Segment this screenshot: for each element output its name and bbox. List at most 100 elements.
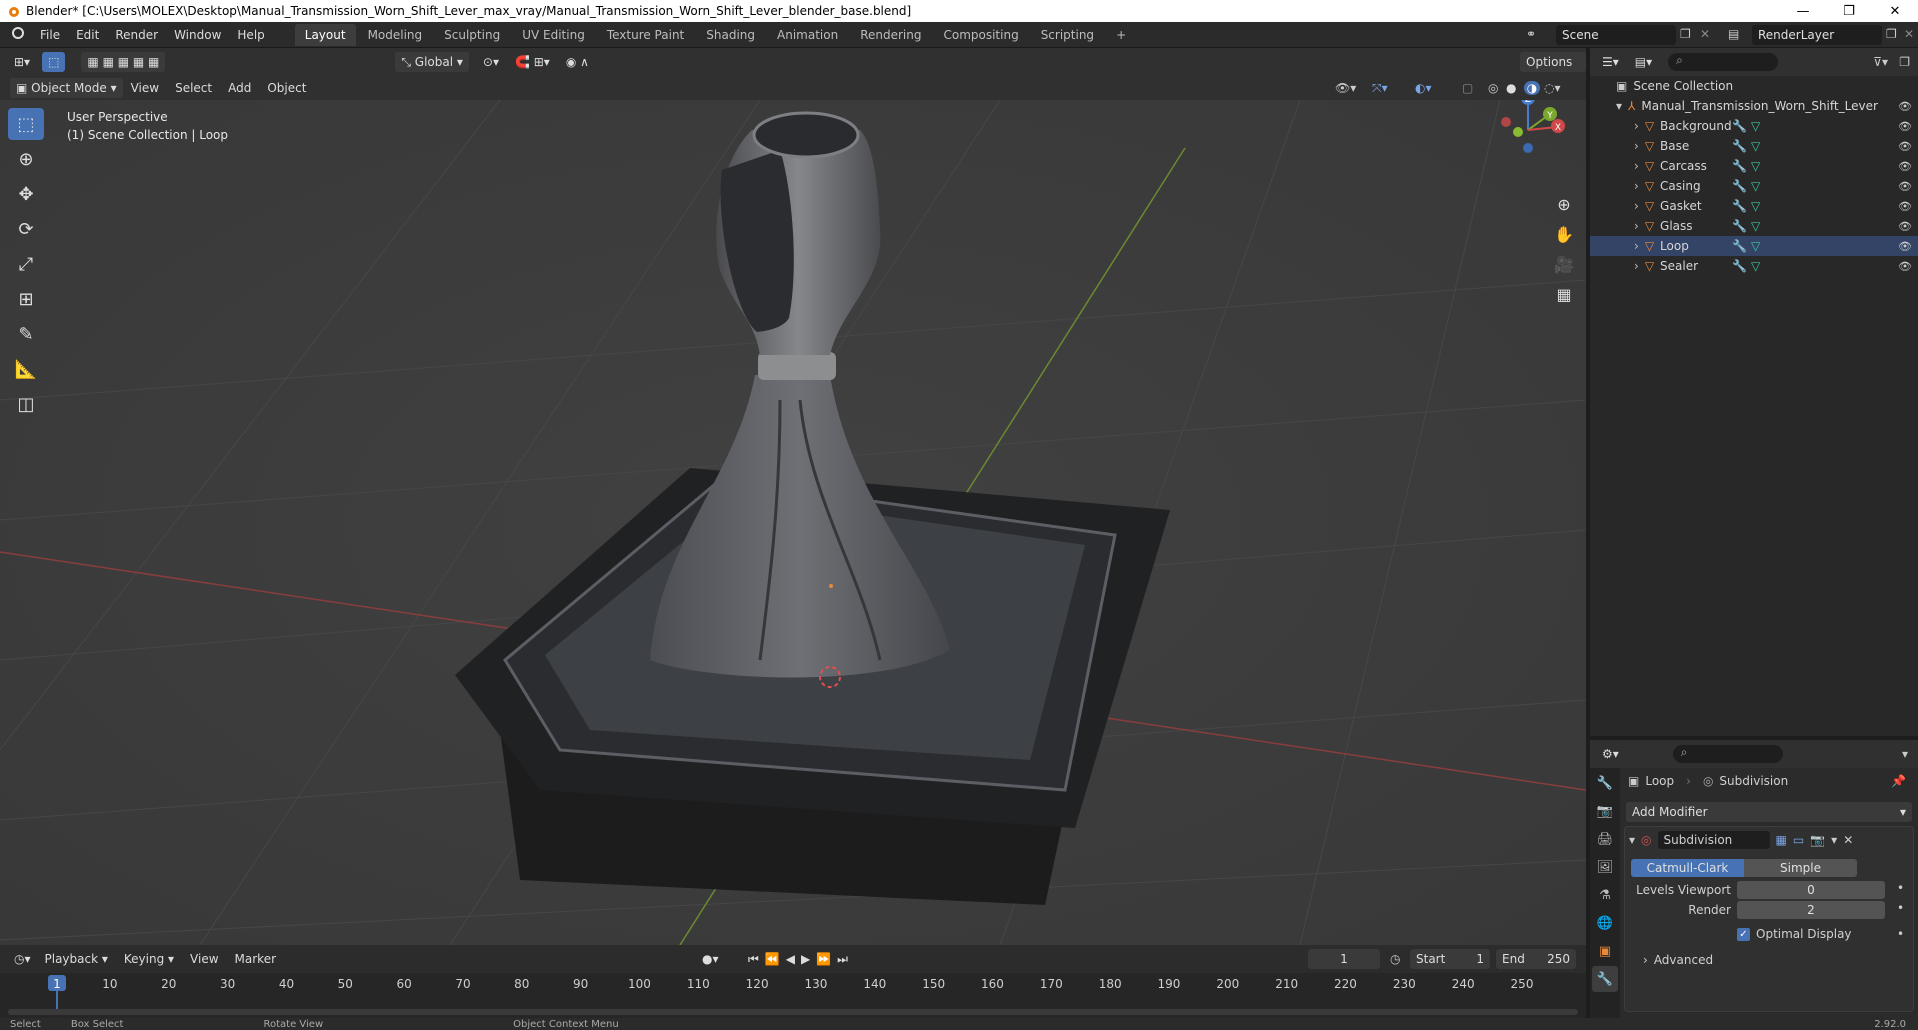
catmull-clark-option[interactable]: Catmull-Clark bbox=[1631, 859, 1744, 877]
modifier-wrench-icon[interactable]: 🔧 bbox=[1732, 199, 1747, 213]
3d-viewport[interactable]: Z Y X ⊕ ✋ 🎥 ▦ bbox=[0, 100, 1586, 945]
properties-editor-icon[interactable]: ⚙▾ bbox=[1596, 744, 1625, 764]
collection-row[interactable]: ▾ ⅄ Manual_Transmission_Worn_Shift_Lever… bbox=[1590, 96, 1918, 116]
modifier-tab-icon[interactable]: 🔧 bbox=[1592, 966, 1618, 992]
outliner-object-row[interactable]: › ▽ Carcass 🔧 ▽ 👁 bbox=[1590, 156, 1918, 176]
gizmo-icon[interactable]: ⤧▾ bbox=[1372, 81, 1388, 96]
chevron-down-icon[interactable]: ▾ bbox=[1629, 833, 1635, 847]
modifier-wrench-icon[interactable]: 🔧 bbox=[1732, 219, 1747, 233]
mesh-data-icon[interactable]: ▽ bbox=[1751, 259, 1760, 273]
mesh-data-icon[interactable]: ▽ bbox=[1751, 199, 1760, 213]
chevron-right-icon[interactable]: › bbox=[1643, 953, 1648, 967]
eye-icon[interactable]: 👁 bbox=[1898, 240, 1912, 253]
outliner-object-row[interactable]: › ▽ Glass 🔧 ▽ 👁 bbox=[1590, 216, 1918, 236]
scene-delete-icon[interactable]: ✕ bbox=[1700, 27, 1710, 41]
start-frame-field[interactable]: Start 1 bbox=[1410, 949, 1490, 969]
outliner-object-row[interactable]: › ▽ Gasket 🔧 ▽ 👁 bbox=[1590, 196, 1918, 216]
timeline-menu-marker[interactable]: Marker bbox=[227, 946, 284, 972]
eye-icon[interactable]: 👁 bbox=[1898, 100, 1912, 113]
preview-range-icon[interactable]: ◷ bbox=[1390, 952, 1400, 966]
scene-new-icon[interactable]: ❐ bbox=[1680, 27, 1691, 41]
ortho-grid-icon[interactable]: ▦ bbox=[1550, 280, 1578, 308]
blender-menu-icon[interactable] bbox=[0, 22, 32, 48]
modifier-wrench-icon[interactable]: 🔧 bbox=[1732, 259, 1747, 273]
xray-icon[interactable]: ▢ bbox=[1462, 81, 1473, 95]
modifier-wrench-icon[interactable]: 🔧 bbox=[1732, 119, 1747, 133]
timeline-editor-icon[interactable]: ◷▾ bbox=[8, 949, 37, 969]
tool-tab-icon[interactable]: 🔧 bbox=[1592, 770, 1618, 796]
mesh-data-icon[interactable]: ▽ bbox=[1751, 119, 1760, 133]
viewport-display-icon[interactable]: ▭ bbox=[1793, 833, 1804, 847]
outliner-object-row[interactable]: › ▽ Sealer 🔧 ▽ 👁 bbox=[1590, 256, 1918, 276]
chevron-right-icon[interactable]: › bbox=[1634, 259, 1639, 273]
add-modifier-dropdown[interactable]: Add Modifier ▾ bbox=[1626, 802, 1912, 822]
move-tool-icon[interactable]: ✥ bbox=[8, 178, 44, 210]
select-box-icon[interactable]: ▦ ▦ ▦ ▦ ▦ bbox=[81, 52, 166, 72]
chevron-right-icon[interactable]: › bbox=[1634, 179, 1639, 193]
chevron-down-icon[interactable]: ▾ bbox=[1616, 99, 1622, 113]
render-layer-icon[interactable]: ▤ bbox=[1728, 27, 1739, 41]
scene-icon[interactable]: ⚭ bbox=[1526, 27, 1536, 41]
mode-dropdown[interactable]: ▣ Object Mode ▾ bbox=[10, 78, 123, 98]
optimal-display-checkbox[interactable]: ✓ bbox=[1737, 927, 1750, 941]
outliner-object-row[interactable]: › ▽ Base 🔧 ▽ 👁 bbox=[1590, 136, 1918, 156]
mesh-data-icon[interactable]: ▽ bbox=[1751, 179, 1760, 193]
outliner-editor-icon[interactable]: ☰▾ bbox=[1596, 52, 1625, 72]
eye-icon[interactable]: 👁 bbox=[1898, 220, 1912, 233]
tab-layout[interactable]: Layout bbox=[294, 23, 356, 46]
tab-scripting[interactable]: Scripting bbox=[1031, 24, 1104, 46]
render-display-icon[interactable]: 📷 bbox=[1810, 833, 1825, 847]
view-layer-tab-icon[interactable]: 🖼 bbox=[1592, 854, 1618, 880]
pan-hand-icon[interactable]: ✋ bbox=[1550, 220, 1578, 248]
annotate-tool-icon[interactable]: ✎ bbox=[8, 318, 44, 350]
tab-texture-paint[interactable]: Texture Paint bbox=[597, 24, 694, 46]
object-tab-icon[interactable]: ▣ bbox=[1592, 938, 1618, 964]
viewport-menu-add[interactable]: Add bbox=[220, 76, 259, 100]
transform-tool-icon[interactable]: ⊞ bbox=[8, 283, 44, 315]
rotate-tool-icon[interactable]: ⟳ bbox=[8, 213, 44, 245]
chevron-right-icon[interactable]: › bbox=[1634, 159, 1639, 173]
pivot-icon[interactable]: ⊙▾ bbox=[477, 52, 505, 72]
shading-wireframe-icon[interactable]: ◎ bbox=[1488, 81, 1498, 95]
properties-search-input[interactable]: ⌕ bbox=[1672, 745, 1783, 763]
filter-icon[interactable]: ⊽▾ bbox=[1873, 55, 1888, 69]
menu-window[interactable]: Window bbox=[166, 22, 229, 48]
eye-icon[interactable]: 👁 bbox=[1898, 120, 1912, 133]
measure-tool-icon[interactable]: 📐 bbox=[8, 353, 44, 385]
end-frame-field[interactable]: End 250 bbox=[1496, 949, 1576, 969]
mesh-data-icon[interactable]: ▽ bbox=[1751, 159, 1760, 173]
tab-rendering[interactable]: Rendering bbox=[850, 24, 931, 46]
eye-icon[interactable]: 👁 bbox=[1898, 140, 1912, 153]
edit-mode-icon[interactable]: ▦ bbox=[1776, 833, 1787, 847]
viewport-menu-view[interactable]: View bbox=[123, 76, 167, 100]
keyframe-dot-icon[interactable]: • bbox=[1897, 901, 1904, 915]
chevron-down-icon[interactable]: ▾ bbox=[1902, 747, 1908, 761]
tab-sculpting[interactable]: Sculpting bbox=[434, 24, 510, 46]
viewport-menu-select[interactable]: Select bbox=[167, 76, 220, 100]
camera-view-icon[interactable]: 🎥 bbox=[1550, 250, 1578, 278]
tab-animation[interactable]: Animation bbox=[767, 24, 848, 46]
scene-selector[interactable]: Scene bbox=[1556, 25, 1676, 45]
outliner-object-row[interactable]: › ▽ Background 🔧 ▽ 👁 bbox=[1590, 116, 1918, 136]
menu-render[interactable]: Render bbox=[107, 22, 166, 48]
scene-collection-row[interactable]: ▣ Scene Collection bbox=[1590, 76, 1918, 96]
add-workspace-icon[interactable]: + bbox=[1106, 24, 1136, 46]
minimize-icon[interactable]: — bbox=[1780, 0, 1826, 22]
eye-icon[interactable]: 👁 bbox=[1898, 160, 1912, 173]
outliner-search-input[interactable]: ⌕ bbox=[1668, 53, 1779, 71]
pin-icon[interactable]: 📌 bbox=[1891, 774, 1906, 788]
modifier-wrench-icon[interactable]: 🔧 bbox=[1732, 159, 1747, 173]
shading-rendered-icon[interactable]: ◌▾ bbox=[1544, 81, 1561, 95]
editor-type-icon[interactable]: ⊞▾ bbox=[8, 52, 36, 72]
viewport-menu-object[interactable]: Object bbox=[259, 76, 314, 100]
snap-icon[interactable]: 🧲 ⊞▾ bbox=[509, 52, 556, 72]
eye-icon[interactable]: 👁 bbox=[1898, 260, 1912, 273]
eye-icon[interactable]: 👁 bbox=[1898, 180, 1912, 193]
navigation-gizmo[interactable]: Z Y X bbox=[1478, 100, 1582, 204]
proportional-edit-icon[interactable]: ◉ ∧ bbox=[560, 52, 595, 72]
render-tab-icon[interactable]: 📷 bbox=[1592, 798, 1618, 824]
menu-help[interactable]: Help bbox=[229, 22, 272, 48]
layer-delete-icon[interactable]: ✕ bbox=[1904, 27, 1914, 41]
new-collection-icon[interactable]: ❐ bbox=[1899, 55, 1910, 69]
close-icon[interactable]: ✕ bbox=[1872, 0, 1918, 22]
